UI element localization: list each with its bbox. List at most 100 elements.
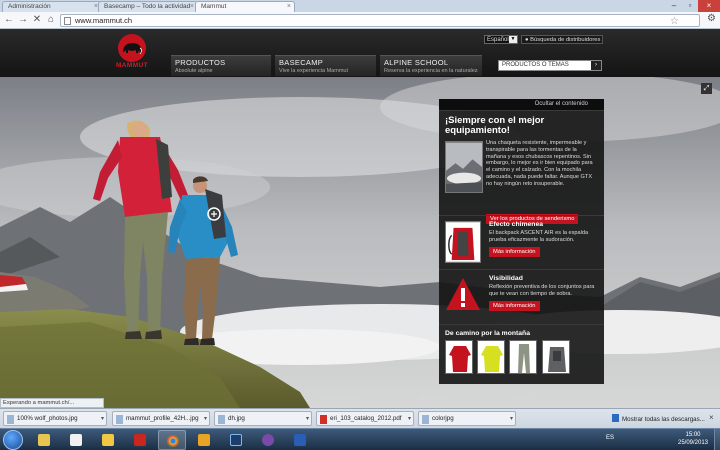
search-go-icon[interactable]: › bbox=[591, 61, 601, 70]
close-window-icon[interactable]: × bbox=[698, 0, 720, 12]
product-red-jacket[interactable] bbox=[445, 340, 473, 374]
stop-loading-icon[interactable]: ✕ bbox=[31, 14, 43, 26]
clock-time: 15:00 bbox=[685, 432, 701, 438]
close-tab-icon[interactable]: × bbox=[190, 3, 194, 10]
nav-tab-subtitle: Absolute alpine bbox=[175, 68, 213, 74]
footer-link-contact[interactable]: CONTACTO bbox=[321, 396, 357, 402]
nav-tab-products[interactable]: PRODUCTOS Absolute alpine bbox=[171, 55, 271, 76]
nav-tab-basecamp[interactable]: BASECAMP Vive la experiencia Mammut bbox=[275, 55, 376, 76]
mammoth-icon bbox=[123, 43, 142, 55]
taskbar-explorer[interactable] bbox=[30, 430, 58, 450]
dealer-search-button[interactable]: ● Búsqueda de distribuidores bbox=[521, 35, 603, 44]
show-desktop-button[interactable] bbox=[714, 429, 720, 450]
show-all-label: Mostrar todas las descargas... bbox=[622, 416, 705, 423]
language-select[interactable]: Español ▼ bbox=[484, 35, 518, 44]
landscape-thumbnail[interactable] bbox=[445, 141, 483, 193]
close-downloads-icon[interactable]: × bbox=[709, 413, 714, 422]
download-item[interactable]: eri_103_catalog_2012.pdf ▾ bbox=[316, 411, 414, 426]
taskbar-chrome[interactable] bbox=[158, 430, 186, 450]
visibility-more-info-button[interactable]: Más información bbox=[489, 300, 540, 311]
nav-tab-subtitle: Reserva la experiencia en la naturaleza bbox=[384, 68, 478, 74]
footer-link-service[interactable]: SERVICIO bbox=[418, 396, 449, 402]
back-arrow-icon[interactable]: ← bbox=[3, 14, 15, 26]
product-yellow-jacket[interactable] bbox=[477, 340, 506, 374]
word-icon bbox=[294, 434, 306, 446]
forward-arrow-icon[interactable]: → bbox=[17, 14, 29, 26]
bookmark-star-icon[interactable]: ☆ bbox=[670, 16, 679, 27]
location-pin-icon: ● bbox=[525, 37, 529, 43]
notes-icon bbox=[102, 434, 114, 446]
promo-panel: Ocultar el contenido ¡Siempre con el mej… bbox=[439, 99, 604, 384]
product-backpack[interactable] bbox=[541, 340, 570, 374]
trail-section: De camino por la montaña bbox=[439, 324, 604, 384]
download-item[interactable]: colorjpg ▾ bbox=[418, 411, 516, 426]
chevron-down-icon[interactable]: ▾ bbox=[204, 415, 207, 422]
chevron-down-icon[interactable]: ▾ bbox=[408, 415, 411, 422]
promo-text: Una chaqueta resistente, impermeable y t… bbox=[486, 140, 593, 187]
address-bar: ← → ✕ ⌂ www.mammut.ch ☆ ⚙ bbox=[0, 12, 720, 29]
taskbar-outlook[interactable] bbox=[190, 430, 218, 450]
taskbar-app-purple[interactable] bbox=[254, 430, 282, 450]
visibility-title: Visibilidad bbox=[489, 275, 523, 282]
browser-tab-title: Mammut bbox=[201, 3, 227, 10]
browser-tab-active[interactable]: Mammut × bbox=[195, 1, 295, 12]
product-pants[interactable] bbox=[509, 340, 538, 374]
url-input[interactable]: www.mammut.ch ☆ bbox=[60, 14, 700, 27]
downloads-icon bbox=[612, 414, 619, 422]
nav-tab-alpine-school[interactable]: ALPINE SCHOOL Reserva la experiencia en … bbox=[380, 55, 482, 76]
start-button-icon[interactable] bbox=[3, 430, 23, 450]
chevron-down-icon[interactable]: ▾ bbox=[306, 415, 309, 422]
promo-title: ¡Siempre con el mejor equipamiento! bbox=[445, 115, 545, 136]
dealer-search-label: Búsqueda de distribuidores bbox=[530, 37, 601, 43]
trail-title: De camino por la montaña bbox=[445, 330, 530, 337]
language-indicator[interactable]: ES bbox=[606, 435, 614, 441]
footer-link-jobs[interactable]: JOBS bbox=[513, 396, 530, 402]
promo-section: ¡Siempre con el mejor equipamiento! Una … bbox=[439, 110, 604, 224]
chevron-down-icon[interactable]: ▾ bbox=[101, 415, 104, 422]
system-clock[interactable]: 15:00 25/09/2013 bbox=[676, 431, 710, 447]
taskbar-word[interactable] bbox=[286, 430, 314, 450]
browser-tab[interactable]: Administración × bbox=[2, 1, 102, 12]
nav-tab-title: BASECAMP bbox=[279, 58, 324, 67]
browser-tab-title: Administración bbox=[8, 3, 51, 10]
chimney-section: Efecto chimenea El backpack ASCENT AIR e… bbox=[439, 215, 604, 269]
taskbar-acrobat[interactable] bbox=[126, 430, 154, 450]
chimney-more-info-button[interactable]: Más información bbox=[489, 246, 540, 257]
media-icon bbox=[70, 434, 82, 446]
browser-tab-title: Basecamp – Todo la actividad bbox=[104, 3, 191, 10]
wrench-menu-icon[interactable]: ⚙ bbox=[707, 13, 716, 24]
chimney-text: El backpack ASCENT AIR es la espalda pru… bbox=[489, 230, 589, 243]
site-search-input[interactable]: PRODUCTOS O TEMAS › bbox=[498, 60, 602, 71]
chevron-down-icon: ▼ bbox=[509, 36, 517, 43]
download-item[interactable]: dh.jpg ▾ bbox=[214, 411, 312, 426]
mammut-logo[interactable]: MAMMUT bbox=[111, 34, 153, 74]
language-value: Español bbox=[487, 37, 509, 43]
download-filename: 100% wolf_photos.jpg bbox=[17, 415, 78, 422]
pdf-icon bbox=[134, 434, 146, 446]
backpack-thumbnail[interactable] bbox=[445, 221, 481, 263]
taskbar-app[interactable] bbox=[94, 430, 122, 450]
home-icon[interactable]: ⌂ bbox=[45, 14, 57, 26]
hero-image bbox=[0, 77, 720, 408]
image-file-icon bbox=[422, 415, 429, 424]
close-tab-icon[interactable]: × bbox=[287, 3, 291, 10]
folder-icon bbox=[38, 434, 50, 446]
maximize-icon[interactable]: ▫ bbox=[682, 0, 698, 12]
hide-content-link[interactable]: Ocultar el contenido bbox=[439, 99, 604, 110]
taskbar: ES 15:00 25/09/2013 bbox=[0, 428, 720, 450]
url-text: www.mammut.ch bbox=[75, 16, 133, 25]
photoshop-icon bbox=[230, 434, 242, 446]
jacket-icon bbox=[481, 346, 504, 372]
brand-wordmark: MAMMUT bbox=[115, 62, 148, 69]
minimize-icon[interactable]: – bbox=[666, 0, 682, 12]
chevron-down-icon[interactable]: ▾ bbox=[510, 415, 513, 422]
browser-tab[interactable]: Basecamp – Todo la actividad × bbox=[98, 1, 198, 12]
taskbar-photoshop[interactable] bbox=[222, 430, 250, 450]
nav-tab-title: PRODUCTOS bbox=[175, 58, 226, 67]
download-item[interactable]: 100% wolf_photos.jpg ▾ bbox=[3, 411, 107, 426]
fullscreen-icon[interactable]: ⤢ bbox=[701, 83, 712, 94]
mountain-scene-illustration bbox=[0, 77, 720, 408]
download-item[interactable]: mammut_profile_42H...jpg ▾ bbox=[112, 411, 210, 426]
show-all-downloads-link[interactable]: Mostrar todas las descargas... bbox=[612, 414, 705, 423]
taskbar-media-player[interactable] bbox=[62, 430, 90, 450]
